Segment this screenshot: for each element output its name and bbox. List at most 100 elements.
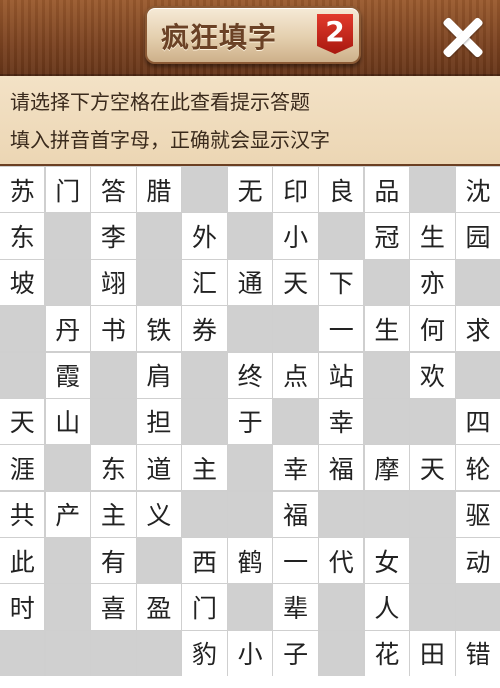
crossword-letter-cell[interactable]: 幸 [319, 398, 364, 445]
crossword-letter-cell[interactable]: 错 [455, 630, 500, 676]
crossword-empty-cell[interactable] [91, 352, 136, 398]
crossword-empty-cell[interactable] [319, 630, 364, 676]
crossword-letter-cell[interactable]: 丹 [45, 306, 90, 352]
crossword-letter-cell[interactable]: 欢 [410, 352, 455, 398]
crossword-letter-cell[interactable]: 坡 [0, 259, 45, 305]
crossword-empty-cell[interactable] [136, 538, 182, 584]
crossword-empty-cell[interactable] [410, 584, 455, 630]
crossword-letter-cell[interactable]: 涯 [0, 445, 45, 491]
crossword-letter-cell[interactable]: 有 [91, 538, 136, 584]
crossword-empty-cell[interactable] [227, 306, 273, 352]
crossword-empty-cell[interactable] [91, 630, 136, 676]
crossword-empty-cell[interactable] [319, 213, 364, 259]
crossword-empty-cell[interactable] [364, 352, 410, 398]
crossword-letter-cell[interactable]: 共 [0, 491, 45, 537]
crossword-empty-cell[interactable] [364, 259, 410, 305]
crossword-letter-cell[interactable]: 冠 [364, 213, 410, 259]
crossword-letter-cell[interactable]: 苏 [0, 167, 45, 213]
crossword-letter-cell[interactable]: 花 [364, 630, 410, 676]
crossword-letter-cell[interactable]: 生 [364, 306, 410, 352]
crossword-letter-cell[interactable]: 门 [182, 584, 227, 630]
crossword-empty-cell[interactable] [364, 398, 410, 445]
crossword-empty-cell[interactable] [182, 167, 227, 213]
crossword-empty-cell[interactable] [136, 259, 182, 305]
crossword-letter-cell[interactable]: 豹 [182, 630, 227, 676]
crossword-letter-cell[interactable]: 辈 [273, 584, 318, 630]
crossword-letter-cell[interactable]: 幸 [273, 445, 318, 491]
crossword-letter-cell[interactable]: 义 [136, 491, 182, 537]
crossword-letter-cell[interactable]: 外 [182, 213, 227, 259]
crossword-empty-cell[interactable] [227, 491, 273, 537]
crossword-letter-cell[interactable]: 此 [0, 538, 45, 584]
crossword-letter-cell[interactable]: 园 [455, 213, 500, 259]
crossword-empty-cell[interactable] [410, 167, 455, 213]
close-button[interactable] [440, 14, 486, 60]
crossword-empty-cell[interactable] [319, 584, 364, 630]
crossword-letter-cell[interactable]: 于 [227, 398, 273, 445]
crossword-letter-cell[interactable]: 天 [273, 259, 318, 305]
crossword-letter-cell[interactable]: 汇 [182, 259, 227, 305]
crossword-letter-cell[interactable]: 书 [91, 306, 136, 352]
crossword-empty-cell[interactable] [91, 398, 136, 445]
crossword-letter-cell[interactable]: 山 [45, 398, 90, 445]
crossword-letter-cell[interactable]: 女 [364, 538, 410, 584]
crossword-letter-cell[interactable]: 站 [319, 352, 364, 398]
crossword-letter-cell[interactable]: 求 [455, 306, 500, 352]
crossword-letter-cell[interactable]: 代 [319, 538, 364, 584]
crossword-empty-cell[interactable] [273, 398, 318, 445]
crossword-letter-cell[interactable]: 子 [273, 630, 318, 676]
crossword-letter-cell[interactable]: 福 [319, 445, 364, 491]
crossword-empty-cell[interactable] [227, 584, 273, 630]
crossword-letter-cell[interactable]: 人 [364, 584, 410, 630]
crossword-empty-cell[interactable] [136, 630, 182, 676]
crossword-letter-cell[interactable]: 喜 [91, 584, 136, 630]
crossword-empty-cell[interactable] [455, 259, 500, 305]
crossword-letter-cell[interactable]: 鹤 [227, 538, 273, 584]
crossword-letter-cell[interactable]: 轮 [455, 445, 500, 491]
crossword-letter-cell[interactable]: 终 [227, 352, 273, 398]
crossword-letter-cell[interactable]: 天 [0, 398, 45, 445]
crossword-letter-cell[interactable]: 何 [410, 306, 455, 352]
crossword-empty-cell[interactable] [45, 259, 90, 305]
crossword-empty-cell[interactable] [455, 352, 500, 398]
crossword-empty-cell[interactable] [410, 491, 455, 537]
crossword-letter-cell[interactable]: 亦 [410, 259, 455, 305]
crossword-letter-cell[interactable]: 点 [273, 352, 318, 398]
crossword-empty-cell[interactable] [0, 630, 45, 676]
crossword-empty-cell[interactable] [364, 491, 410, 537]
crossword-letter-cell[interactable]: 良 [319, 167, 364, 213]
crossword-empty-cell[interactable] [0, 306, 45, 352]
crossword-letter-cell[interactable]: 生 [410, 213, 455, 259]
crossword-empty-cell[interactable] [136, 213, 182, 259]
crossword-letter-cell[interactable]: 动 [455, 538, 500, 584]
crossword-letter-cell[interactable]: 肩 [136, 352, 182, 398]
crossword-empty-cell[interactable] [182, 398, 227, 445]
crossword-empty-cell[interactable] [45, 213, 90, 259]
crossword-letter-cell[interactable]: 驱 [455, 491, 500, 537]
crossword-empty-cell[interactable] [227, 445, 273, 491]
crossword-letter-cell[interactable]: 无 [227, 167, 273, 213]
crossword-letter-cell[interactable]: 产 [45, 491, 90, 537]
crossword-empty-cell[interactable] [45, 445, 90, 491]
crossword-letter-cell[interactable]: 霞 [45, 352, 90, 398]
crossword-letter-cell[interactable]: 盈 [136, 584, 182, 630]
crossword-letter-cell[interactable]: 主 [91, 491, 136, 537]
crossword-empty-cell[interactable] [45, 630, 90, 676]
crossword-letter-cell[interactable]: 下 [319, 259, 364, 305]
crossword-empty-cell[interactable] [0, 352, 45, 398]
crossword-letter-cell[interactable]: 铁 [136, 306, 182, 352]
crossword-letter-cell[interactable]: 沈 [455, 167, 500, 213]
crossword-letter-cell[interactable]: 西 [182, 538, 227, 584]
crossword-letter-cell[interactable]: 小 [273, 213, 318, 259]
crossword-letter-cell[interactable]: 通 [227, 259, 273, 305]
crossword-empty-cell[interactable] [455, 584, 500, 630]
crossword-letter-cell[interactable]: 品 [364, 167, 410, 213]
crossword-empty-cell[interactable] [182, 352, 227, 398]
crossword-letter-cell[interactable]: 福 [273, 491, 318, 537]
crossword-letter-cell[interactable]: 时 [0, 584, 45, 630]
crossword-empty-cell[interactable] [227, 213, 273, 259]
crossword-letter-cell[interactable]: 四 [455, 398, 500, 445]
crossword-letter-cell[interactable]: 天 [410, 445, 455, 491]
crossword-letter-cell[interactable]: 摩 [364, 445, 410, 491]
crossword-empty-cell[interactable] [45, 584, 90, 630]
